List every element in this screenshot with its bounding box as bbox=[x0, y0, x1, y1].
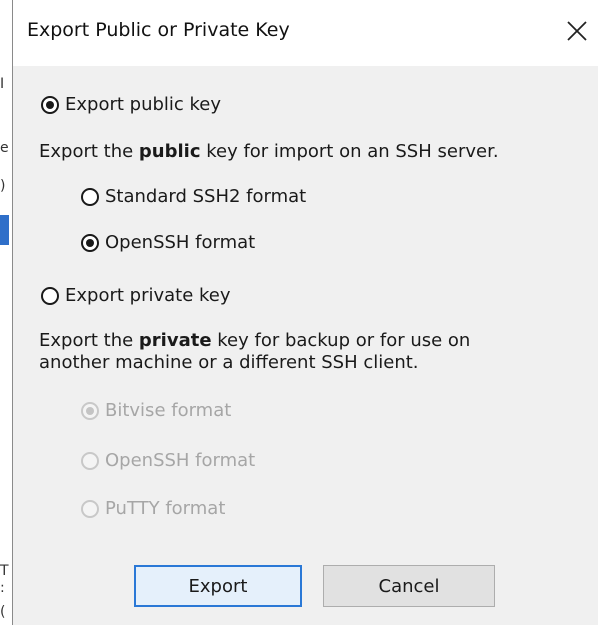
private-format-bitvise[interactable]: Bitvise format bbox=[81, 400, 231, 421]
export-key-dialog: Export Public or Private Key Export publ… bbox=[13, 0, 598, 625]
bitvise-format-label: Bitvise format bbox=[105, 400, 232, 421]
cancel-button[interactable]: Cancel bbox=[323, 565, 495, 607]
export-private-key-label: Export private key bbox=[65, 285, 231, 306]
background-text: e bbox=[0, 140, 9, 156]
background-text: I bbox=[0, 76, 5, 92]
public-openssh-radio[interactable] bbox=[81, 233, 99, 252]
putty-format-label: PuTTY format bbox=[105, 498, 226, 519]
export-private-key-radio[interactable] bbox=[41, 286, 59, 305]
public-format-standard-ssh2[interactable]: Standard SSH2 format bbox=[81, 186, 306, 207]
private-format-openssh[interactable]: OpenSSH format bbox=[81, 450, 255, 471]
public-openssh-label: OpenSSH format bbox=[105, 232, 256, 253]
export-private-key-option[interactable]: Export private key bbox=[41, 285, 231, 306]
background-window-edge: I e ) T : ( bbox=[0, 0, 13, 625]
private-openssh-label: OpenSSH format bbox=[105, 450, 256, 471]
background-text: ) bbox=[0, 178, 6, 194]
putty-format-radio[interactable] bbox=[81, 499, 99, 518]
standard-ssh2-radio[interactable] bbox=[81, 187, 99, 206]
bitvise-format-radio[interactable] bbox=[81, 401, 99, 420]
dialog-title: Export Public or Private Key bbox=[27, 19, 290, 41]
export-public-key-option[interactable]: Export public key bbox=[41, 94, 221, 115]
public-format-openssh[interactable]: OpenSSH format bbox=[81, 232, 255, 253]
background-selection-mark bbox=[0, 215, 9, 245]
background-text: ( bbox=[0, 604, 6, 620]
close-button[interactable] bbox=[560, 14, 594, 48]
export-public-key-radio[interactable] bbox=[41, 95, 59, 114]
background-text: : bbox=[0, 580, 5, 596]
background-text: T bbox=[0, 563, 9, 579]
export-button[interactable]: Export bbox=[134, 565, 302, 607]
private-format-putty[interactable]: PuTTY format bbox=[81, 498, 225, 519]
public-key-description: Export the public key for import on an S… bbox=[39, 141, 499, 162]
close-icon bbox=[567, 21, 587, 41]
dialog-titlebar: Export Public or Private Key bbox=[13, 0, 598, 66]
private-key-description: Export the private key for backup or for… bbox=[39, 330, 471, 373]
export-public-key-label: Export public key bbox=[65, 94, 222, 115]
standard-ssh2-label: Standard SSH2 format bbox=[105, 186, 307, 207]
private-openssh-radio[interactable] bbox=[81, 451, 99, 470]
